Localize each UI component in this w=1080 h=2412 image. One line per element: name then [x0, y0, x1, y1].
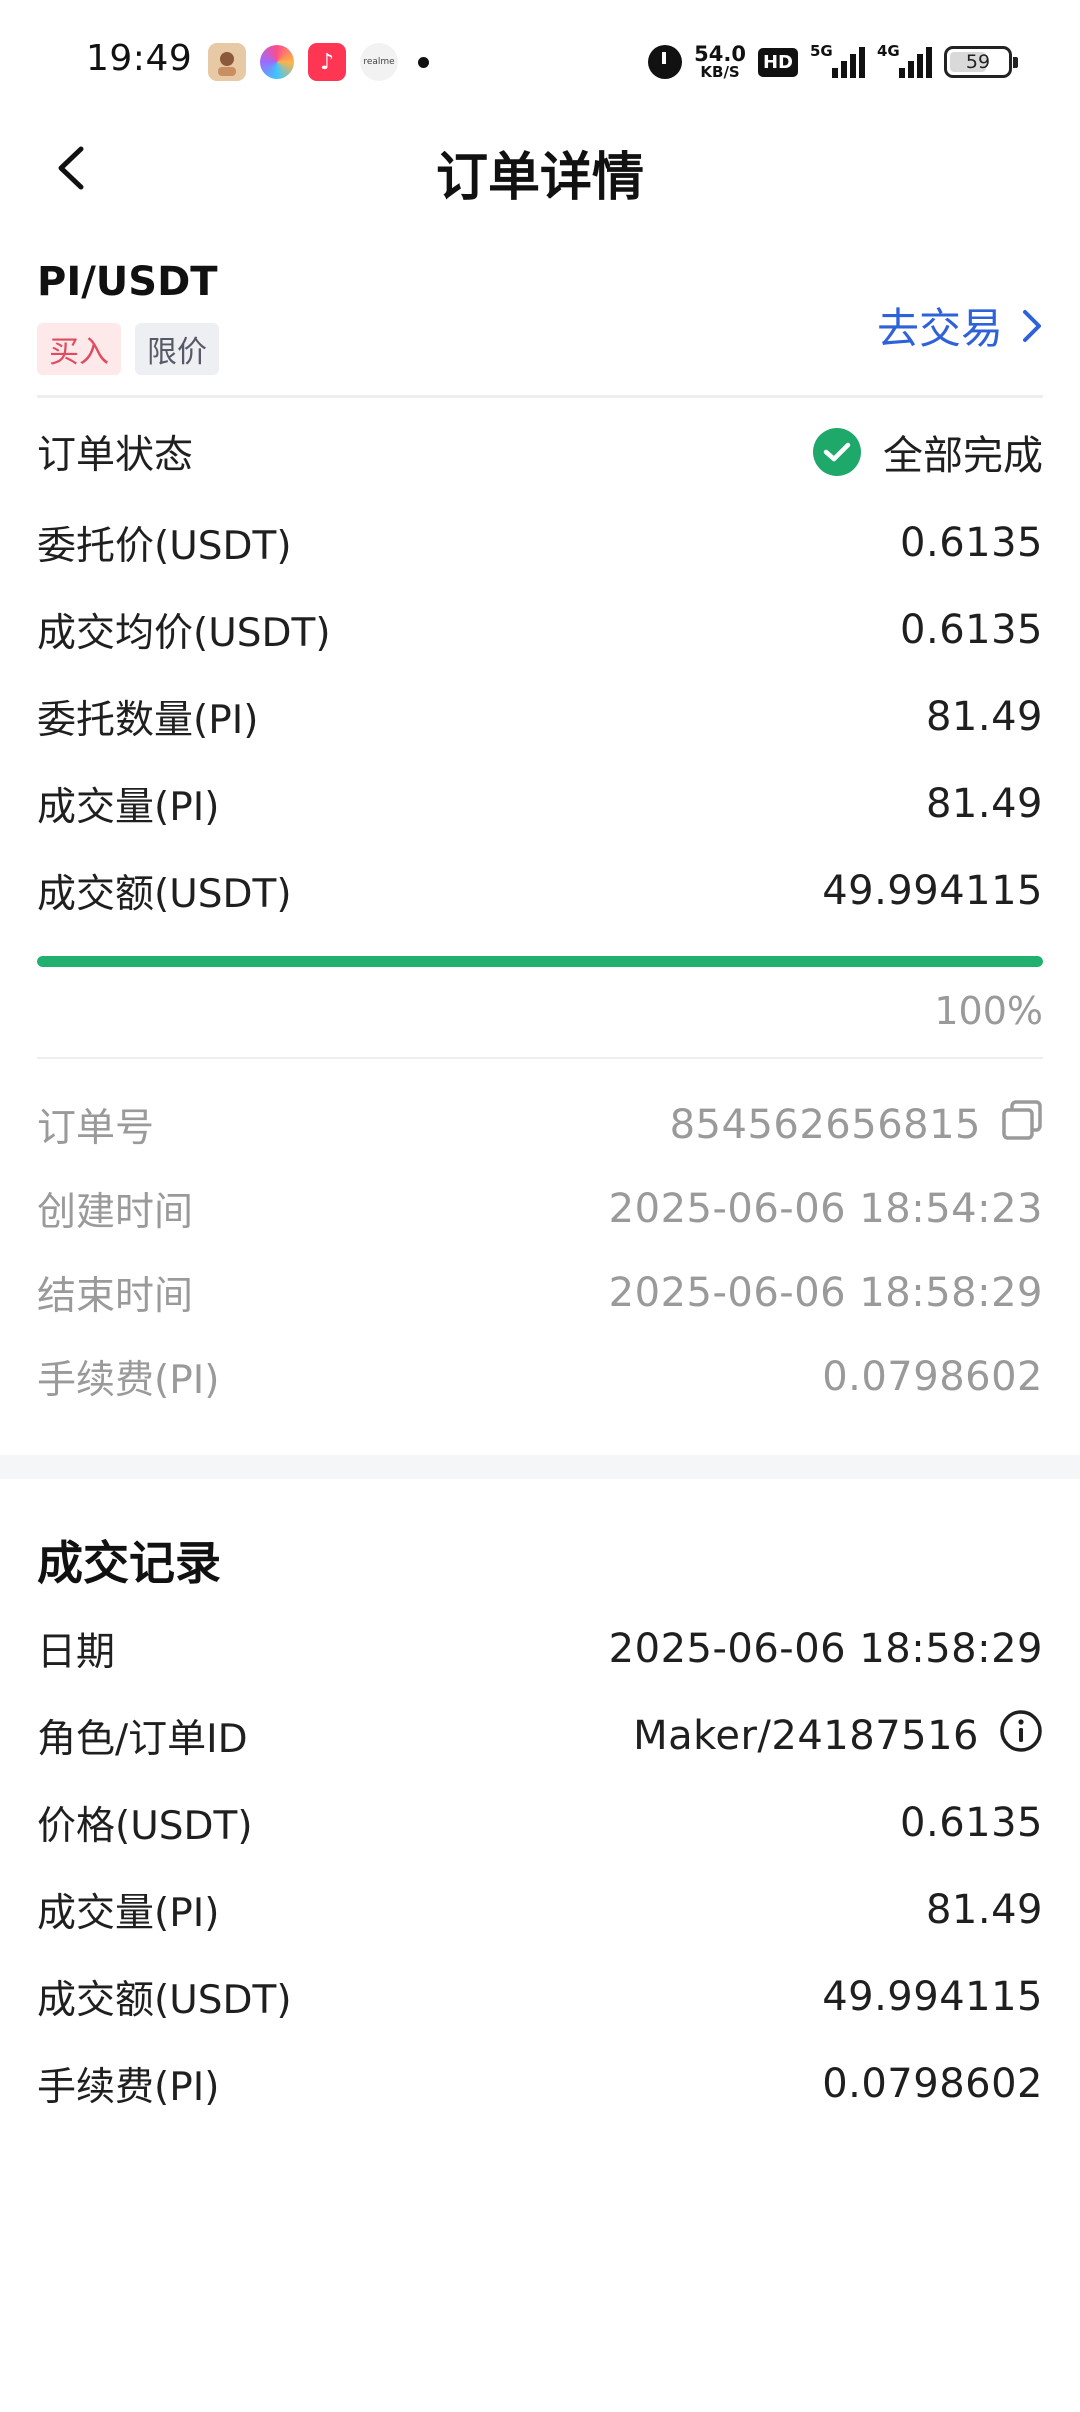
- fee-label: 手续费(PI): [37, 1358, 220, 1403]
- signal-5g-tag: 5G: [810, 42, 833, 60]
- system-icons: 54.0 KB/S HD 5G 4G 59: [648, 38, 1018, 86]
- filled-amount-value: 81.49: [925, 780, 1043, 827]
- record-price-row: 价格(USDT) 0.6135: [37, 1779, 1043, 1866]
- record-filled-value: 81.49: [925, 1886, 1043, 1933]
- record-date-row: 日期 2025-06-06 18:58:29: [37, 1605, 1043, 1692]
- record-total-label: 成交额(USDT): [37, 1977, 292, 2023]
- filled-total-label: 成交额(USDT): [37, 871, 292, 917]
- check-circle-icon: [813, 427, 861, 476]
- filled-amount-label: 成交量(PI): [37, 784, 220, 830]
- order-status-row: 订单状态 全部完成: [37, 404, 1043, 499]
- order-amount-label: 委托数量(PI): [37, 697, 259, 743]
- order-number-text: 854562656815: [669, 1102, 981, 1148]
- ended-time-value: 2025-06-06 18:58:29: [608, 1270, 1043, 1316]
- record-fee-label: 手续费(PI): [37, 2064, 220, 2110]
- more-notifications-dot: [418, 56, 429, 68]
- colorful-app-icon: [260, 45, 294, 79]
- record-filled-label: 成交量(PI): [37, 1890, 220, 1936]
- order-type-tag: 限价: [135, 323, 219, 375]
- battery-icon: 59: [944, 46, 1018, 78]
- order-number-value: 854562656815: [670, 1099, 1043, 1151]
- realme-icon: realme: [360, 43, 398, 81]
- created-time-value: 2025-06-06 18:54:23: [608, 1186, 1043, 1232]
- trade-records-section: 成交记录 日期 2025-06-06 18:58:29 角色/订单ID Make…: [37, 1515, 1043, 2127]
- pair-tags: 买入 限价: [37, 323, 219, 375]
- filled-amount-row: 成交量(PI) 81.49: [37, 760, 1043, 847]
- record-total-row: 成交额(USDT) 49.994115: [37, 1953, 1043, 2040]
- realme-label: realme: [363, 57, 395, 67]
- record-fee-value: 0.0798602: [822, 2060, 1043, 2107]
- ended-time-label: 结束时间: [37, 1274, 194, 1319]
- network-speed-unit: KB/S: [700, 63, 740, 81]
- order-price-row: 委托价(USDT) 0.6135: [37, 499, 1043, 586]
- record-role-text: Maker/24187516: [633, 1712, 979, 1759]
- divider: [37, 395, 1043, 398]
- status-time: 19:49: [86, 38, 193, 79]
- record-date-label: 日期: [37, 1629, 116, 1675]
- trade-records-title: 成交记录: [37, 1536, 221, 1590]
- copy-icon[interactable]: [1001, 1099, 1043, 1151]
- network-speed-value: 54.0: [694, 42, 746, 66]
- record-price-label: 价格(USDT): [37, 1803, 253, 1849]
- record-role-row: 角色/订单ID Maker/24187516: [37, 1692, 1043, 1779]
- avg-price-value: 0.6135: [900, 606, 1043, 653]
- order-status-label: 订单状态: [37, 432, 194, 478]
- order-amount-row: 委托数量(PI) 81.49: [37, 673, 1043, 760]
- fill-progress-bar: [37, 956, 1043, 967]
- avg-price-row: 成交均价(USDT) 0.6135: [37, 586, 1043, 673]
- record-role-value: Maker/24187516: [633, 1709, 1043, 1763]
- network-speed: 54.0 KB/S: [694, 44, 746, 80]
- record-role-label: 角色/订单ID: [37, 1716, 248, 1762]
- filled-total-value: 49.994115: [822, 867, 1043, 914]
- record-price-value: 0.6135: [900, 1799, 1043, 1846]
- avg-price-label: 成交均价(USDT): [37, 610, 331, 656]
- alarm-icon: [648, 45, 683, 79]
- order-price-value: 0.6135: [900, 519, 1043, 566]
- info-icon[interactable]: [999, 1709, 1043, 1763]
- fee-value: 0.0798602: [822, 1354, 1043, 1400]
- battery-level: 59: [965, 51, 991, 73]
- record-date-value: 2025-06-06 18:58:29: [608, 1625, 1043, 1672]
- side-tag: 买入: [37, 323, 121, 375]
- chevron-right-icon: [1023, 309, 1041, 342]
- signal-4g-icon: 4G: [877, 42, 932, 78]
- signal-5g-icon: 5G: [810, 42, 865, 78]
- order-amount-value: 81.49: [925, 693, 1043, 740]
- record-filled-row: 成交量(PI) 81.49: [37, 1866, 1043, 1953]
- record-fee-row: 手续费(PI) 0.0798602: [37, 2040, 1043, 2127]
- order-number-row: 订单号 854562656815: [37, 1083, 1043, 1167]
- created-time-label: 创建时间: [37, 1190, 194, 1235]
- order-status-text: 全部完成: [883, 432, 1043, 479]
- fill-progress-percent: 100%: [934, 989, 1043, 1033]
- hd-voice-icon: HD: [757, 47, 798, 77]
- go-trade-link[interactable]: 去交易: [877, 295, 1043, 356]
- section-separator: [0, 1455, 1080, 1479]
- fee-row: 手续费(PI) 0.0798602: [37, 1335, 1043, 1419]
- record-total-value: 49.994115: [822, 1973, 1043, 2020]
- status-bar: 19:49 ♪ realme 54.0 KB/S HD 5G 4G 59: [0, 0, 1080, 125]
- header: 订单详情: [0, 125, 1080, 240]
- order-number-label: 订单号: [37, 1106, 155, 1151]
- order-price-label: 委托价(USDT): [37, 523, 292, 569]
- order-detail-content: PI/USDT 买入 限价 去交易 订单状态 全部完成 委托价(USDT) 0.…: [37, 255, 1043, 1419]
- created-time-row: 创建时间 2025-06-06 18:54:23: [37, 1167, 1043, 1251]
- filled-total-row: 成交额(USDT) 49.994115: [37, 847, 1043, 934]
- music-icon: ♪: [308, 43, 346, 81]
- page-title: 订单详情: [435, 148, 644, 208]
- notification-icons: ♪ realme: [208, 42, 429, 82]
- pair-name: PI/USDT: [37, 259, 218, 305]
- pair-row: PI/USDT 买入 限价 去交易: [37, 255, 1043, 395]
- avatar-icon: [208, 43, 246, 81]
- order-status-value: 全部完成: [813, 423, 1043, 481]
- go-trade-label: 去交易: [876, 304, 1003, 353]
- signal-4g-tag: 4G: [877, 42, 900, 60]
- ended-time-row: 结束时间 2025-06-06 18:58:29: [37, 1251, 1043, 1335]
- fill-progress-fill: [37, 956, 1043, 967]
